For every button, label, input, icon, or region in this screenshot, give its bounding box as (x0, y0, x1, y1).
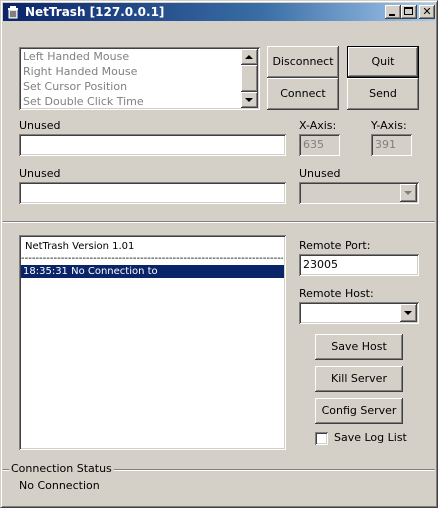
app-icon (8, 6, 18, 19)
chevron-down-icon (404, 311, 412, 315)
chevron-down-icon (404, 191, 412, 195)
y-axis-field: 391 (371, 134, 412, 156)
log-list[interactable]: NetTrash Version 1.01 ------------------… (19, 235, 286, 450)
remote-host-dropdown-button[interactable] (400, 304, 417, 322)
arrow-down-icon (245, 98, 253, 102)
scroll-down-button[interactable] (241, 92, 258, 108)
remote-port-value: 23005 (303, 258, 338, 271)
list-item[interactable]: Set Cursor Position (23, 80, 127, 93)
connection-status-text: No Connection (19, 479, 100, 492)
connection-status-title: Connection Status (9, 462, 114, 475)
send-button[interactable]: Send (347, 78, 419, 110)
connect-button[interactable]: Connect (267, 78, 339, 110)
log-divider: ----------------------------------------… (21, 253, 283, 264)
maximize-button[interactable] (401, 5, 417, 19)
unused-field-2[interactable] (19, 182, 286, 204)
remote-port-input[interactable]: 23005 (299, 254, 419, 276)
quit-button[interactable]: Quit (347, 46, 419, 78)
command-list[interactable]: Left Handed Mouse Right Handed Mouse Set… (19, 47, 260, 110)
scrollbar[interactable] (241, 49, 258, 108)
unused-field-1[interactable] (19, 134, 286, 156)
unused-dropdown[interactable] (299, 182, 419, 204)
unused-label-2: Unused (19, 167, 61, 180)
x-axis-field: 635 (299, 134, 340, 156)
remote-host-label: Remote Host: (299, 287, 374, 300)
unused-label-1: Unused (19, 119, 61, 132)
minimize-button[interactable] (385, 5, 401, 19)
dropdown-button[interactable] (400, 184, 417, 202)
disconnect-button[interactable]: Disconnect (267, 46, 339, 78)
list-item[interactable]: Left Handed Mouse (23, 50, 129, 63)
log-header: NetTrash Version 1.01 (25, 241, 135, 252)
save-host-button[interactable]: Save Host (315, 334, 403, 360)
save-log-label[interactable]: Save Log List (334, 431, 407, 444)
scroll-up-button[interactable] (241, 49, 258, 65)
x-axis-value: 635 (303, 138, 324, 151)
y-axis-label: Y-Axis: (371, 119, 407, 132)
log-entry[interactable]: 18:35:31 No Connection to (21, 265, 284, 278)
arrow-up-icon (245, 55, 253, 59)
list-item[interactable]: Set Double Click Time (23, 95, 144, 108)
remote-host-dropdown[interactable] (299, 302, 419, 324)
y-axis-value: 391 (375, 138, 396, 151)
close-button[interactable]: ✕ (419, 5, 435, 19)
unused-label-3: Unused (299, 167, 341, 180)
window-title: NetTrash [127.0.0.1] (25, 5, 165, 19)
title-bar[interactable]: NetTrash [127.0.0.1] ✕ (3, 3, 435, 21)
close-icon: ✕ (422, 5, 432, 18)
save-log-checkbox[interactable] (315, 432, 328, 445)
config-server-button[interactable]: Config Server (315, 398, 403, 424)
minimize-icon (389, 14, 395, 16)
maximize-icon (404, 7, 413, 15)
x-axis-label: X-Axis: (299, 119, 337, 132)
list-item[interactable]: Right Handed Mouse (23, 65, 137, 78)
separator (3, 221, 435, 223)
remote-port-label: Remote Port: (299, 239, 371, 252)
scroll-thumb[interactable] (241, 65, 258, 92)
kill-server-button[interactable]: Kill Server (315, 366, 403, 392)
